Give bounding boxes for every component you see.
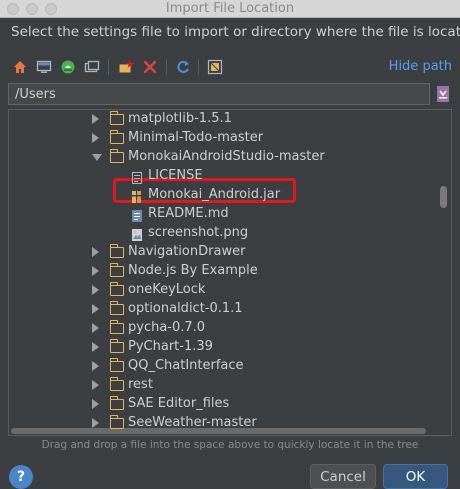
tree-folder-row[interactable]: rest: [9, 376, 439, 395]
ok-button[interactable]: OK: [383, 464, 448, 489]
new-module-icon[interactable]: [117, 58, 135, 76]
tree-item-label: SeeWeather-master: [128, 415, 257, 430]
folder-icon: [109, 111, 124, 125]
folder-icon: [109, 377, 124, 391]
toolbar-separator: [198, 59, 199, 75]
tree-item-label: NavigationDrawer: [128, 244, 246, 259]
tree-item-label: screenshot.png: [148, 225, 249, 240]
image-file-icon: [130, 227, 144, 241]
path-input[interactable]: /Users: [8, 83, 430, 105]
tree-folder-row[interactable]: optionaldict-0.1.1: [9, 300, 439, 319]
toolbar: Hide path: [8, 56, 452, 78]
tree-folder-row[interactable]: PyChart-1.39: [9, 338, 439, 357]
tree-item-label: oneKeyLock: [128, 282, 206, 297]
collapsed-arrow-icon[interactable]: [92, 380, 99, 390]
tree-item-label: PyChart-1.39: [128, 339, 213, 354]
desktop-icon[interactable]: [35, 58, 53, 76]
tree-file-row[interactable]: README.md: [9, 205, 439, 224]
markdown-file-icon: [130, 208, 144, 222]
collapsed-arrow-icon[interactable]: [92, 399, 99, 409]
tree-item-label: MonokaiAndroidStudio-master: [128, 149, 325, 164]
cancel-button[interactable]: Cancel: [310, 464, 376, 489]
folder-icon: [109, 358, 124, 372]
instruction-text: Select the settings file to import or di…: [11, 24, 460, 40]
tree-folder-row[interactable]: Node.js By Example: [9, 262, 439, 281]
help-button[interactable]: ?: [9, 465, 33, 489]
tree-item-label: pycha-0.7.0: [128, 320, 206, 335]
folder-icon: [109, 130, 124, 144]
tree-folder-row[interactable]: QQ_ChatInterface: [9, 357, 439, 376]
collapsed-arrow-icon[interactable]: [92, 114, 99, 124]
tree-item-label: matplotlib-1.5.1: [128, 111, 232, 126]
collapsed-arrow-icon[interactable]: [92, 304, 99, 314]
tree-folder-row[interactable]: SeeWeather-master: [9, 414, 439, 433]
vertical-scrollbar[interactable]: [440, 186, 447, 208]
tree-item-label: optionaldict-0.1.1: [128, 301, 243, 316]
collapsed-arrow-icon[interactable]: [92, 247, 99, 257]
collapsed-arrow-icon[interactable]: [92, 266, 99, 276]
tree-file-row[interactable]: LICENSE: [9, 167, 439, 186]
folder-icon: [109, 339, 124, 353]
folder-icon: [109, 149, 124, 163]
tree-folder-row[interactable]: oneKeyLock: [9, 281, 439, 300]
android-project-icon[interactable]: [59, 58, 77, 76]
tree-item-label: LICENSE: [148, 168, 203, 183]
folder-icon: [109, 263, 124, 277]
folder-icon: [109, 396, 124, 410]
tree-file-row[interactable]: Monokai_Android.jar: [9, 186, 439, 205]
file-tree[interactable]: matplotlib-1.5.1 Minimal-Todo-master Monok…: [8, 109, 452, 436]
tree-item-label: Minimal-Todo-master: [128, 130, 264, 145]
tree-item-label: Monokai_Android.jar: [148, 187, 281, 202]
show-hidden-icon[interactable]: [206, 58, 224, 76]
new-folder-icon[interactable]: [83, 58, 101, 76]
toolbar-separator: [108, 59, 109, 75]
folder-icon: [109, 320, 124, 334]
collapsed-arrow-icon[interactable]: [92, 285, 99, 295]
text-file-icon: [130, 170, 144, 184]
tree-item-label: SAE Editor_files: [128, 396, 230, 411]
delete-icon[interactable]: [141, 58, 159, 76]
tree-item-label: README.md: [148, 206, 229, 221]
drag-drop-hint: Drag and drop a file into the space abov…: [41, 439, 419, 451]
tree-folder-row[interactable]: pycha-0.7.0: [9, 319, 439, 338]
collapsed-arrow-icon[interactable]: [92, 342, 99, 352]
window-title: Import File Location: [165, 1, 295, 16]
hide-path-link[interactable]: Hide path: [389, 59, 452, 74]
tree-item-label: rest: [128, 377, 153, 392]
folder-icon: [109, 415, 124, 429]
tree-file-row[interactable]: screenshot.png: [9, 224, 439, 243]
collapsed-arrow-icon[interactable]: [92, 361, 99, 371]
title-bar: Import File Location: [0, 0, 460, 18]
path-history-icon[interactable]: [434, 84, 452, 104]
expanded-arrow-icon[interactable]: [92, 154, 102, 161]
tree-folder-row[interactable]: Minimal-Todo-master: [9, 129, 439, 148]
collapsed-arrow-icon[interactable]: [92, 418, 99, 428]
refresh-icon[interactable]: [174, 58, 192, 76]
tree-folder-row[interactable]: MonokaiAndroidStudio-master: [9, 148, 439, 167]
toolbar-separator: [166, 59, 167, 75]
jar-file-icon: [130, 189, 144, 203]
folder-icon: [109, 282, 124, 296]
home-icon[interactable]: [11, 58, 29, 76]
collapsed-arrow-icon[interactable]: [92, 133, 99, 143]
folder-icon: [109, 244, 124, 258]
tree-folder-row[interactable]: matplotlib-1.5.1: [9, 110, 439, 129]
collapsed-arrow-icon[interactable]: [92, 323, 99, 333]
tree-item-label: QQ_ChatInterface: [128, 358, 244, 373]
tree-folder-row[interactable]: NavigationDrawer: [9, 243, 439, 262]
tree-folder-row[interactable]: SAE Editor_files: [9, 395, 439, 414]
folder-icon: [109, 301, 124, 315]
tree-item-label: Node.js By Example: [128, 263, 258, 278]
